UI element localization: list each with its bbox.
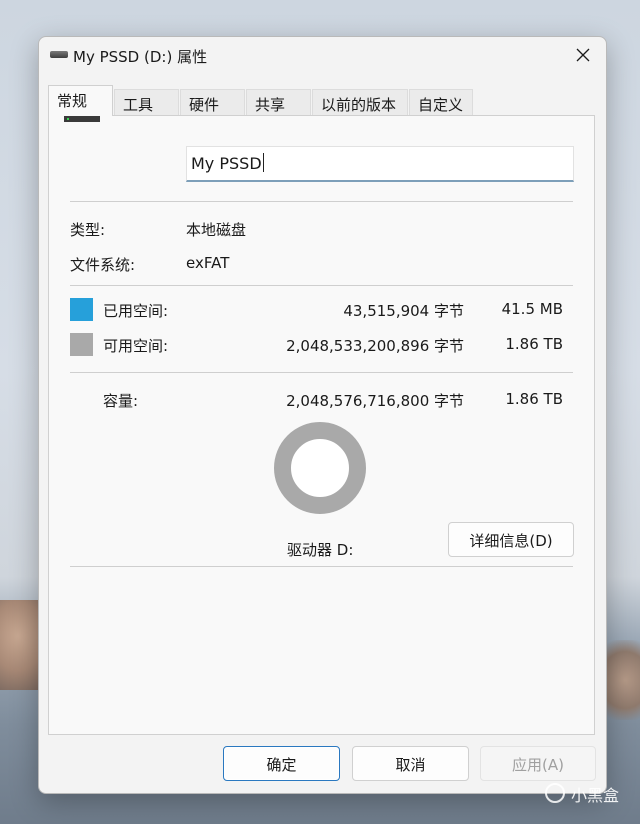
type-label: 类型:: [70, 221, 106, 239]
tab-customize[interactable]: 自定义: [409, 89, 473, 115]
tab-general[interactable]: 常规: [48, 85, 113, 116]
disk-usage-chart: [274, 422, 366, 514]
type-value: 本地磁盘: [186, 221, 247, 239]
drive-letter-label: 驱动器 D:: [287, 541, 354, 559]
capacity-size: 1.86 TB: [505, 390, 563, 408]
free-space-swatch: [70, 333, 93, 356]
drive-icon: [50, 51, 68, 58]
free-space-label: 可用空间:: [103, 337, 169, 355]
volume-name-text: My PSSD: [191, 154, 262, 173]
cancel-button[interactable]: 取消: [352, 746, 469, 781]
used-space-swatch: [70, 298, 93, 321]
file-system-label: 文件系统:: [70, 256, 136, 274]
ok-button[interactable]: 确定: [223, 746, 340, 781]
text-caret: [262, 153, 264, 172]
tab-tools[interactable]: 工具: [114, 89, 179, 115]
tab-hardware[interactable]: 硬件: [180, 89, 245, 115]
free-space-bytes: 2,048,533,200,896 字节: [286, 337, 464, 355]
used-space-size: 41.5 MB: [501, 300, 563, 318]
free-space-size: 1.86 TB: [505, 335, 563, 353]
separator: [70, 566, 573, 567]
volume-name-input[interactable]: My PSSD: [186, 146, 574, 182]
separator: [70, 201, 573, 202]
tab-previous-versions[interactable]: 以前的版本: [312, 89, 408, 115]
window-title: My PSSD (D:) 属性: [73, 48, 208, 66]
separator: [70, 285, 573, 286]
watermark: 小黑盒: [545, 781, 635, 807]
close-icon: [576, 48, 590, 62]
used-space-bytes: 43,515,904 字节: [343, 302, 464, 320]
watermark-logo-icon: [545, 783, 565, 803]
capacity-label: 容量:: [103, 392, 139, 410]
file-system-value: exFAT: [186, 254, 230, 272]
apply-button[interactable]: 应用(A): [480, 746, 596, 781]
close-button[interactable]: [560, 37, 606, 73]
watermark-text: 小黑盒: [571, 786, 620, 805]
title-bar: My PSSD (D:) 属性: [39, 37, 606, 75]
details-button[interactable]: 详细信息(D): [448, 522, 574, 557]
used-space-label: 已用空间:: [103, 302, 169, 320]
tab-sharing[interactable]: 共享: [246, 89, 311, 115]
capacity-bytes: 2,048,576,716,800 字节: [286, 392, 464, 410]
separator: [70, 372, 573, 373]
properties-dialog: My PSSD (D:) 属性 常规 工具 硬件 共享 以前的版本 自定义 My…: [38, 36, 607, 794]
